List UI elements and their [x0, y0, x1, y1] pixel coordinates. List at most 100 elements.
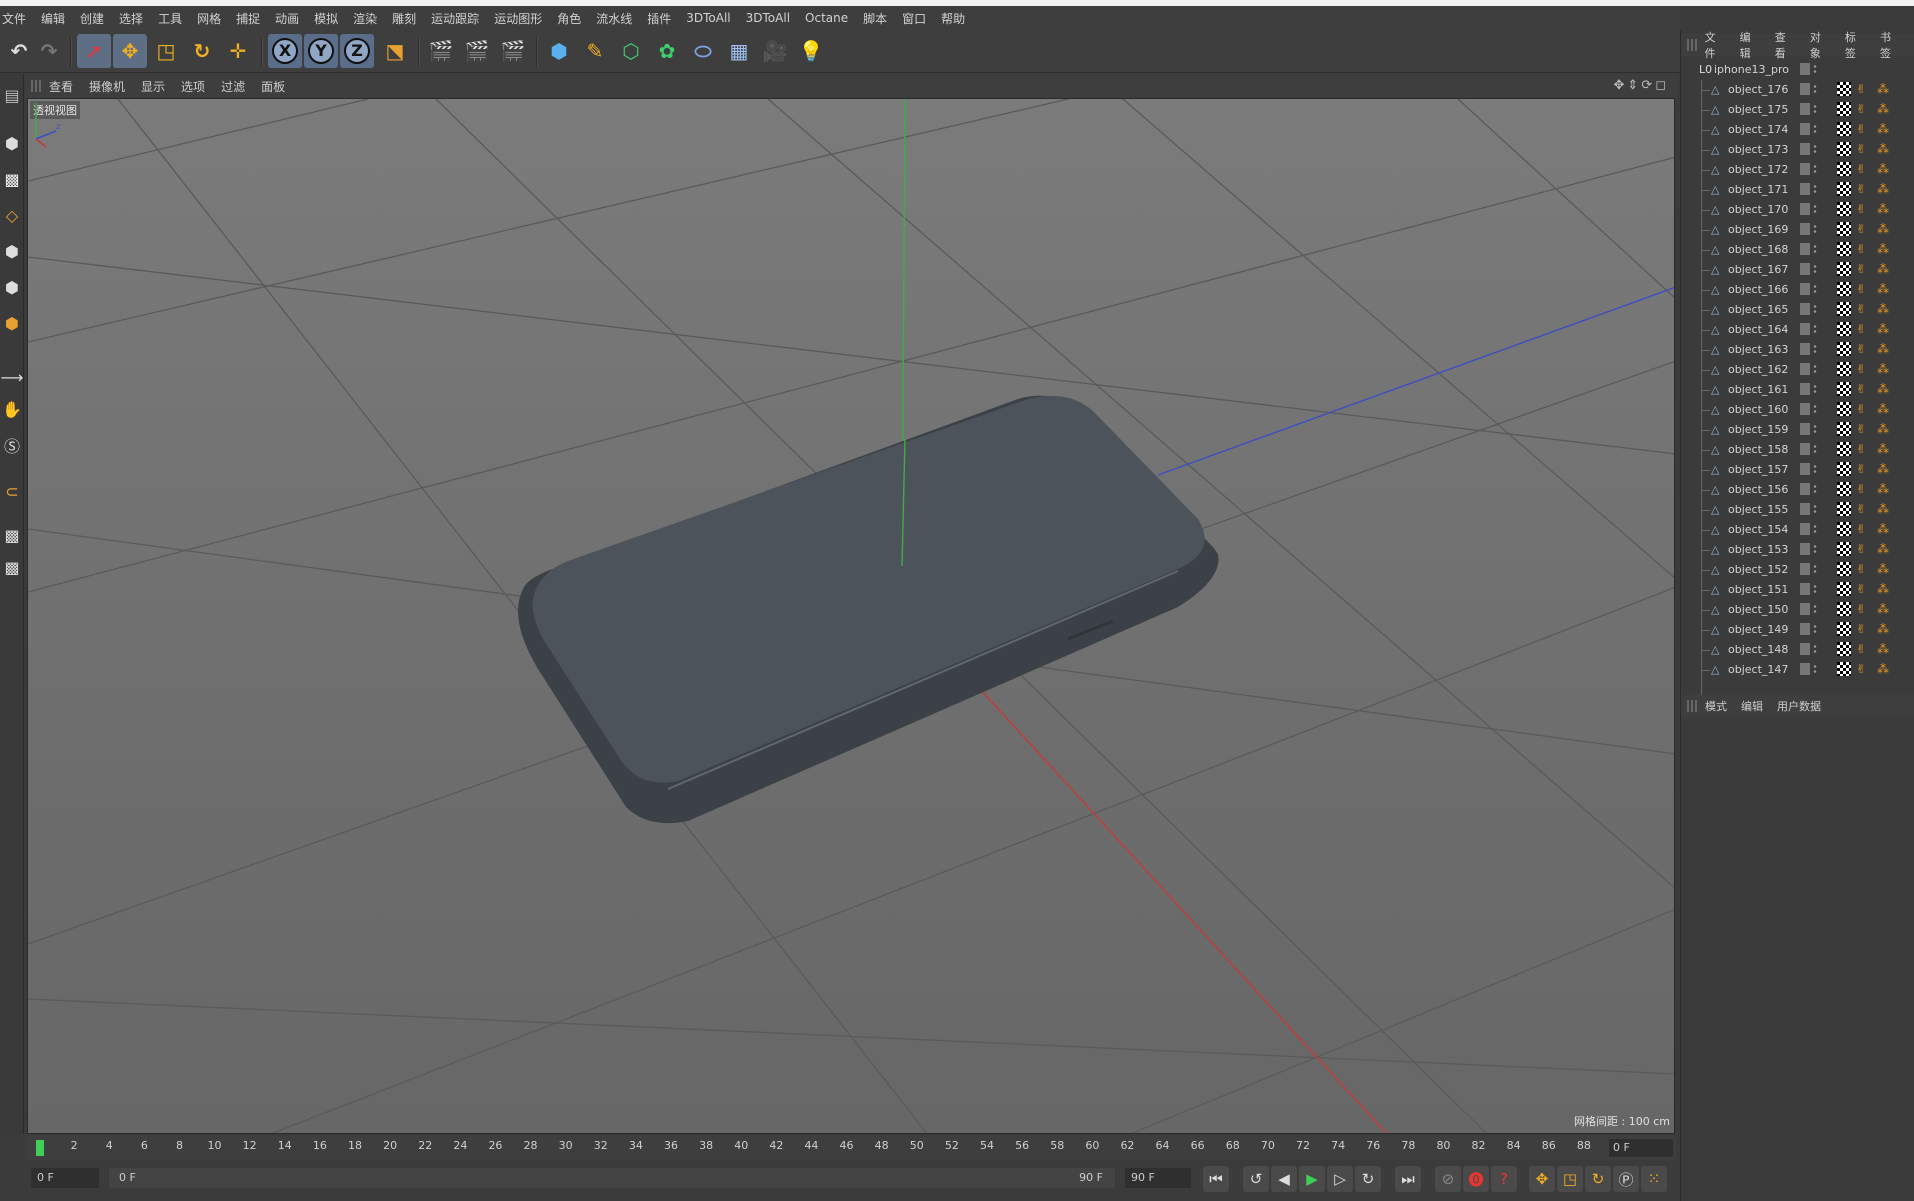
phong-tag-icon[interactable]: ✌ — [1856, 402, 1866, 416]
coordinate-system-icon[interactable]: ⬔ — [378, 34, 412, 68]
editor-render-dots-icon[interactable] — [1813, 484, 1817, 494]
texture-tag-icon[interactable] — [1837, 182, 1851, 196]
menu-item[interactable]: 插件 — [647, 10, 671, 27]
record-active-objects-icon[interactable]: ⓿ — [1463, 1166, 1489, 1192]
phong-tag-icon[interactable]: ✌ — [1856, 502, 1866, 516]
magnet-icon[interactable]: ⊂ — [1, 478, 23, 504]
material-tag-icon[interactable]: ⁂ — [1877, 402, 1889, 416]
menu-item[interactable]: 创建 — [80, 10, 104, 27]
object-row[interactable]: △ object_160 ✌ ⁂ — [1681, 400, 1914, 420]
key-scale-icon[interactable]: ◳ — [1557, 1166, 1583, 1192]
texture-tag-icon[interactable] — [1837, 142, 1851, 156]
texture-tag-icon[interactable] — [1837, 102, 1851, 116]
editor-render-dots-icon[interactable] — [1813, 204, 1817, 214]
phong-tag-icon[interactable]: ✌ — [1856, 622, 1866, 636]
editor-render-dots-icon[interactable] — [1813, 624, 1817, 634]
texture-tag-icon[interactable] — [1837, 482, 1851, 496]
menu-item[interactable]: Octane — [805, 11, 848, 25]
texture-tag-icon[interactable] — [1837, 522, 1851, 536]
subdivision-icon[interactable]: ⬡ — [614, 34, 648, 68]
previous-frame-icon[interactable]: ◀ — [1271, 1166, 1297, 1192]
phong-tag-icon[interactable]: ✌ — [1856, 642, 1866, 656]
editor-render-dots-icon[interactable] — [1813, 604, 1817, 614]
object-row[interactable]: △ object_154 ✌ ⁂ — [1681, 520, 1914, 540]
material-tag-icon[interactable]: ⁂ — [1877, 662, 1889, 676]
object-row[interactable]: △ object_157 ✌ ⁂ — [1681, 460, 1914, 480]
layer-icon[interactable] — [1800, 103, 1810, 115]
next-key-icon[interactable]: ↻ — [1355, 1166, 1381, 1192]
autokeying-icon[interactable]: ? — [1491, 1166, 1517, 1192]
object-row[interactable]: △ object_167 ✌ ⁂ — [1681, 260, 1914, 280]
layer-icon[interactable] — [1800, 503, 1810, 515]
object-row[interactable]: △ object_164 ✌ ⁂ — [1681, 320, 1914, 340]
editor-render-dots-icon[interactable] — [1813, 244, 1817, 254]
layer-icon[interactable] — [1800, 483, 1810, 495]
material-tag-icon[interactable]: ⁂ — [1877, 242, 1889, 256]
am-menu-mode[interactable]: 模式 — [1705, 698, 1727, 714]
key-rotation-icon[interactable]: ↻ — [1585, 1166, 1611, 1192]
model-mode-icon[interactable]: ⬢ — [1, 130, 23, 156]
pen-spline-icon[interactable]: ✎ — [578, 34, 612, 68]
texture-tag-icon[interactable] — [1837, 602, 1851, 616]
render-picture-viewer-icon[interactable]: 🎬 — [460, 34, 494, 68]
transform-tool-icon[interactable]: ✛ — [221, 34, 255, 68]
go-to-start-icon[interactable]: ⏮ — [1203, 1166, 1229, 1192]
material-tag-icon[interactable]: ⁂ — [1877, 322, 1889, 336]
camera-icon[interactable]: 🎥 — [758, 34, 792, 68]
object-row[interactable]: △ object_159 ✌ ⁂ — [1681, 420, 1914, 440]
axis-mode-icon[interactable]: ⟶ — [1, 364, 24, 390]
layer-icon[interactable] — [1800, 443, 1810, 455]
material-tag-icon[interactable]: ⁂ — [1877, 342, 1889, 356]
object-row[interactable]: △ object_151 ✌ ⁂ — [1681, 580, 1914, 600]
viewport-nav-icons[interactable]: ✥⇕⟳◻ — [1614, 78, 1669, 93]
editor-render-dots-icon[interactable] — [1813, 564, 1817, 574]
menu-item[interactable]: 角色 — [557, 10, 581, 27]
grid-lock-icon[interactable]: ▩ — [1, 522, 23, 548]
material-tag-icon[interactable]: ⁂ — [1877, 602, 1889, 616]
viewport-menu-camera[interactable]: 摄像机 — [89, 78, 125, 95]
viewport-menu-filter[interactable]: 过滤 — [221, 78, 245, 95]
y-axis-lock-button[interactable]: Y — [304, 34, 338, 68]
om-menu-edit[interactable]: 编辑 — [1740, 29, 1761, 61]
editor-render-dots-icon[interactable] — [1813, 524, 1817, 534]
object-row[interactable]: △ object_149 ✌ ⁂ — [1681, 620, 1914, 640]
phong-tag-icon[interactable]: ✌ — [1856, 282, 1866, 296]
phong-tag-icon[interactable]: ✌ — [1856, 562, 1866, 576]
texture-tag-icon[interactable] — [1837, 402, 1851, 416]
tweak-mode-icon[interactable]: ✋ — [1, 396, 23, 422]
editor-render-dots-icon[interactable] — [1813, 644, 1817, 654]
menu-item[interactable]: 选择 — [119, 10, 143, 27]
object-row-root[interactable]: L0 iphone13_pro — [1681, 60, 1914, 80]
texture-tag-icon[interactable] — [1837, 542, 1851, 556]
material-tag-icon[interactable]: ⁂ — [1877, 462, 1889, 476]
layer-icon[interactable] — [1800, 203, 1810, 215]
object-row[interactable]: △ object_161 ✌ ⁂ — [1681, 380, 1914, 400]
menu-item[interactable]: 工具 — [158, 10, 182, 27]
material-tag-icon[interactable]: ⁂ — [1877, 162, 1889, 176]
layer-icon[interactable] — [1800, 343, 1810, 355]
editor-render-dots-icon[interactable] — [1813, 664, 1817, 674]
editor-render-dots-icon[interactable] — [1813, 264, 1817, 274]
layer-icon[interactable] — [1800, 323, 1810, 335]
layer-icon[interactable] — [1800, 183, 1810, 195]
start-frame-field[interactable]: 0 F — [31, 1168, 99, 1188]
object-row[interactable]: △ object_174 ✌ ⁂ — [1681, 120, 1914, 140]
undo-icon[interactable]: ↶ — [2, 34, 36, 68]
key-position-icon[interactable]: ✥ — [1529, 1166, 1555, 1192]
layer-icon[interactable] — [1800, 363, 1810, 375]
perspective-viewport[interactable]: 透视视图 y z 网格间距 : 100 cm — [27, 98, 1675, 1134]
editor-render-dots-icon[interactable] — [1813, 544, 1817, 554]
phong-tag-icon[interactable]: ✌ — [1856, 142, 1866, 156]
editor-render-dots-icon[interactable] — [1813, 364, 1817, 374]
material-tag-icon[interactable]: ⁂ — [1877, 562, 1889, 576]
object-row[interactable]: △ object_148 ✌ ⁂ — [1681, 640, 1914, 660]
object-row[interactable]: △ object_175 ✌ ⁂ — [1681, 100, 1914, 120]
phong-tag-icon[interactable]: ✌ — [1856, 602, 1866, 616]
am-menu-edit[interactable]: 编辑 — [1741, 698, 1763, 714]
edges-mode-icon[interactable]: ⬢ — [1, 274, 23, 300]
layer-icon[interactable] — [1800, 163, 1810, 175]
texture-tag-icon[interactable] — [1837, 422, 1851, 436]
current-frame-field[interactable]: 0 F — [1609, 1139, 1673, 1157]
material-tag-icon[interactable]: ⁂ — [1877, 122, 1889, 136]
play-icon[interactable]: ▶ — [1299, 1166, 1325, 1192]
